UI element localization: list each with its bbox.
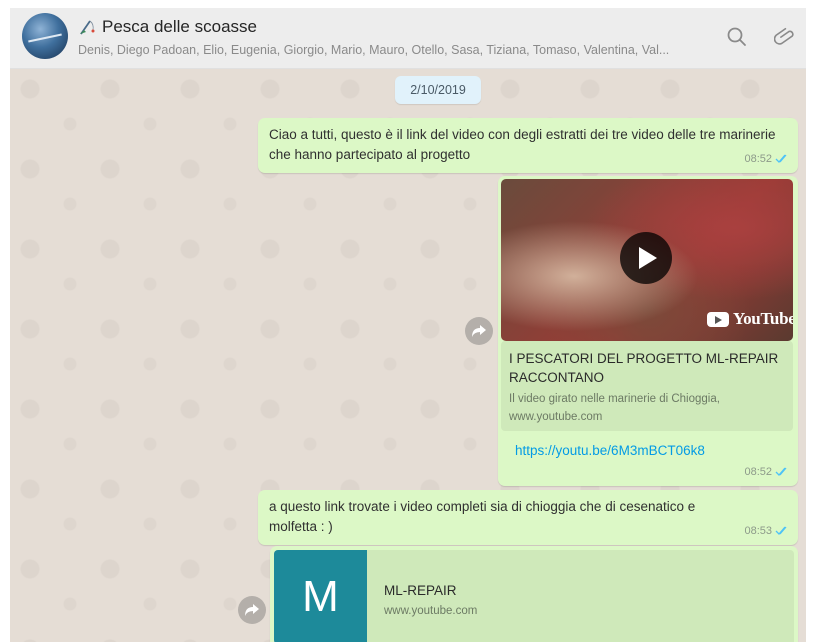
forward-icon: [472, 325, 486, 337]
chat-title-row[interactable]: Pesca delle scoasse: [78, 17, 257, 37]
double-check-icon: [775, 526, 787, 535]
preview-domain: www.youtube.com: [384, 605, 478, 617]
preview-title: ML-REPAIR: [384, 583, 457, 598]
message-time: 08:52: [744, 153, 772, 165]
paperclip-icon: [773, 27, 794, 45]
link-preview-card[interactable]: M ML-REPAIR www.youtube.com: [274, 550, 794, 642]
message-time: 08:52: [744, 466, 772, 478]
chat-title: Pesca delle scoasse: [102, 17, 257, 36]
date-divider: 2/10/2019: [395, 76, 481, 104]
message-text: a questo link trovate i video completi s…: [269, 499, 696, 534]
play-icon: [639, 247, 657, 269]
video-thumbnail[interactable]: YouTube: [501, 179, 793, 341]
message-time-row: 08:52: [744, 149, 790, 169]
double-check-icon: [775, 154, 787, 163]
link-preview-card[interactable]: I PESCATORI DEL PROGETTO ML-REPAIR RACCO…: [501, 341, 793, 431]
message-link[interactable]: https://youtu.be/6M3mBCT06k8: [515, 441, 705, 461]
preview-thumbnail: M: [274, 550, 367, 642]
play-button[interactable]: [620, 232, 672, 284]
double-check-icon: [775, 467, 787, 476]
fishing-rod-icon: [80, 20, 95, 35]
forward-icon: [245, 604, 259, 616]
message-time-row: 08:53: [744, 521, 790, 541]
search-button[interactable]: [725, 25, 749, 49]
group-members: Denis, Diego Padoan, Elio, Eugenia, Gior…: [78, 43, 670, 57]
message-time: 08:53: [744, 525, 772, 537]
message-bubble[interactable]: a questo link trovate i video completi s…: [258, 490, 798, 545]
youtube-brand: YouTube: [733, 309, 793, 328]
message-bubble-link[interactable]: M ML-REPAIR www.youtube.com: [270, 546, 798, 642]
message-time-row: 08:52: [744, 462, 790, 482]
preview-domain: www.youtube.com: [509, 411, 603, 423]
message-bubble-video[interactable]: YouTube I PESCATORI DEL PROGETTO ML-REPA…: [498, 176, 798, 486]
preview-description: Il video girato nelle marinerie di Chiog…: [509, 393, 720, 405]
youtube-play-icon: [707, 311, 729, 327]
search-icon: [727, 27, 746, 46]
message-bubble[interactable]: Ciao a tutti, questo è il link del video…: [258, 118, 798, 173]
group-avatar[interactable]: [22, 13, 68, 59]
attach-button[interactable]: [773, 25, 798, 49]
forward-button[interactable]: [465, 317, 493, 345]
youtube-logo: YouTube: [707, 309, 793, 329]
forward-button[interactable]: [238, 596, 266, 624]
preview-title: I PESCATORI DEL PROGETTO ML-REPAIR RACCO…: [509, 351, 779, 385]
chat-pane[interactable]: 2/10/2019 Ciao a tutti, questo è il link…: [10, 69, 806, 642]
message-text: Ciao a tutti, questo è il link del video…: [269, 127, 776, 162]
chat-header: Pesca delle scoasse Denis, Diego Padoan,…: [10, 8, 806, 69]
